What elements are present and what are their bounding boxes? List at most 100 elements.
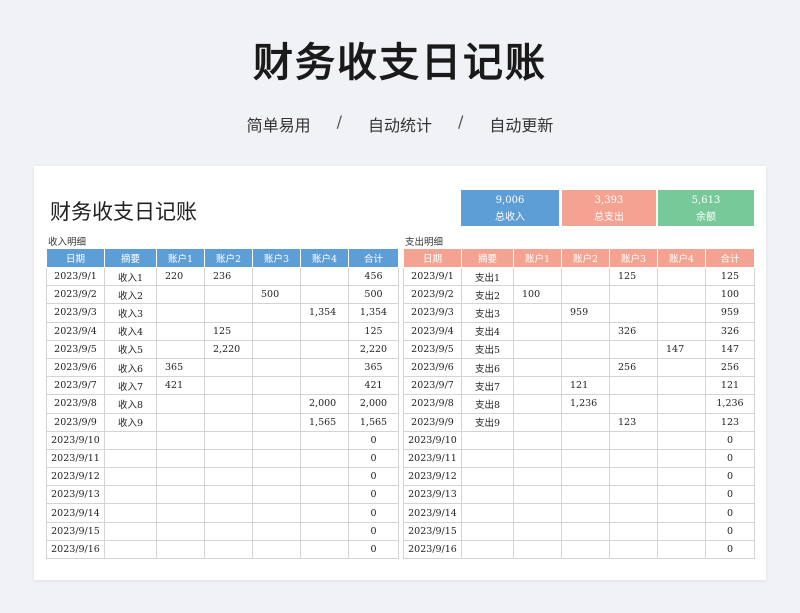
expense-table-cell[interactable] <box>461 485 514 505</box>
income-table-cell[interactable]: 2023/9/7 <box>46 376 105 396</box>
expense-table-cell[interactable]: 2023/9/12 <box>403 467 462 487</box>
income-table-cell[interactable]: 2023/9/11 <box>46 448 105 469</box>
expense-table-cell[interactable] <box>561 448 610 469</box>
income-table-cell[interactable]: 收入9 <box>104 412 157 432</box>
expense-table-cell[interactable] <box>609 394 658 414</box>
expense-table-cell[interactable] <box>657 521 706 541</box>
income-table-cell[interactable] <box>300 430 349 450</box>
income-table-cell[interactable] <box>204 503 253 523</box>
income-table-cell[interactable] <box>104 467 157 487</box>
expense-table-cell[interactable] <box>609 539 658 560</box>
income-table-cell[interactable]: 1,565 <box>348 412 399 432</box>
expense-table-cell[interactable]: 1,236 <box>705 394 755 414</box>
expense-table-cell[interactable] <box>609 485 658 505</box>
expense-table-cell[interactable]: 2023/9/9 <box>403 412 462 432</box>
income-table-cell[interactable]: 1,565 <box>300 412 349 432</box>
expense-table-cell[interactable] <box>513 303 562 323</box>
expense-table-cell[interactable] <box>513 448 562 469</box>
expense-table-cell[interactable]: 125 <box>705 266 755 287</box>
expense-table-cell[interactable] <box>609 467 658 487</box>
income-table-cell[interactable]: 220 <box>156 266 205 287</box>
expense-table-cell[interactable]: 2023/9/6 <box>403 357 462 378</box>
expense-table-cell[interactable]: 支出1 <box>461 266 514 287</box>
income-table-cell[interactable] <box>156 285 205 305</box>
expense-table-cell[interactable] <box>561 357 610 378</box>
income-table-cell[interactable]: 456 <box>348 266 399 287</box>
expense-table-cell[interactable]: 2023/9/5 <box>403 339 462 359</box>
expense-table-cell[interactable] <box>657 412 706 432</box>
income-table-cell[interactable]: 365 <box>348 357 399 378</box>
income-table-cell[interactable] <box>204 467 253 487</box>
expense-table-cell[interactable]: 0 <box>705 448 755 469</box>
expense-table-cell[interactable]: 0 <box>705 503 755 523</box>
income-table-cell[interactable]: 2023/9/12 <box>46 467 105 487</box>
income-table-cell[interactable]: 0 <box>348 448 399 469</box>
expense-table-cell[interactable] <box>513 412 562 432</box>
expense-table-cell[interactable]: 100 <box>513 285 562 305</box>
expense-table-cell[interactable] <box>461 521 514 541</box>
expense-table-cell[interactable] <box>513 394 562 414</box>
income-table-cell[interactable] <box>204 430 253 450</box>
expense-table-cell[interactable] <box>657 394 706 414</box>
income-table-cell[interactable]: 0 <box>348 539 399 560</box>
income-table-cell[interactable]: 0 <box>348 430 399 450</box>
expense-table-cell[interactable]: 2023/9/1 <box>403 266 462 287</box>
expense-table-cell[interactable] <box>657 467 706 487</box>
income-table-cell[interactable] <box>252 539 301 560</box>
income-table-cell[interactable] <box>252 430 301 450</box>
expense-table-cell[interactable]: 125 <box>609 266 658 287</box>
income-table-cell[interactable] <box>300 357 349 378</box>
income-table-cell[interactable] <box>204 448 253 469</box>
income-table-cell[interactable] <box>252 376 301 396</box>
income-table-cell[interactable]: 2023/9/5 <box>46 339 105 359</box>
expense-table-cell[interactable] <box>513 321 562 341</box>
expense-table-cell[interactable] <box>561 285 610 305</box>
income-table-cell[interactable]: 收入7 <box>104 376 157 396</box>
income-table-cell[interactable] <box>156 503 205 523</box>
income-table-cell[interactable] <box>252 412 301 432</box>
expense-table-cell[interactable]: 2023/9/2 <box>403 285 462 305</box>
income-table-cell[interactable]: 0 <box>348 521 399 541</box>
expense-table-cell[interactable] <box>513 539 562 560</box>
expense-table-cell[interactable] <box>657 303 706 323</box>
expense-table-cell[interactable] <box>513 467 562 487</box>
expense-table-cell[interactable]: 0 <box>705 430 755 450</box>
income-table-cell[interactable]: 421 <box>156 376 205 396</box>
income-table-cell[interactable] <box>156 430 205 450</box>
income-table-cell[interactable] <box>252 448 301 469</box>
income-table-cell[interactable] <box>156 448 205 469</box>
income-table-cell[interactable] <box>104 448 157 469</box>
expense-table-cell[interactable] <box>561 266 610 287</box>
expense-table-cell[interactable] <box>561 467 610 487</box>
income-table-cell[interactable] <box>204 539 253 560</box>
expense-table-cell[interactable] <box>513 339 562 359</box>
expense-table-cell[interactable] <box>609 339 658 359</box>
income-table-cell[interactable]: 2023/9/9 <box>46 412 105 432</box>
expense-table-cell[interactable] <box>657 430 706 450</box>
income-table-cell[interactable] <box>156 539 205 560</box>
expense-table-cell[interactable]: 121 <box>561 376 610 396</box>
expense-table-cell[interactable]: 2023/9/13 <box>403 485 462 505</box>
income-table-cell[interactable] <box>252 503 301 523</box>
expense-table-cell[interactable] <box>657 321 706 341</box>
income-table-cell[interactable] <box>104 485 157 505</box>
income-table-cell[interactable]: 125 <box>204 321 253 341</box>
expense-table-cell[interactable] <box>561 430 610 450</box>
income-table-cell[interactable]: 2023/9/2 <box>46 285 105 305</box>
expense-table-cell[interactable] <box>561 503 610 523</box>
expense-table-cell[interactable]: 326 <box>705 321 755 341</box>
expense-table-cell[interactable]: 支出5 <box>461 339 514 359</box>
income-table-cell[interactable]: 0 <box>348 503 399 523</box>
income-table-cell[interactable]: 0 <box>348 485 399 505</box>
income-table-cell[interactable] <box>204 521 253 541</box>
expense-table-cell[interactable]: 2023/9/8 <box>403 394 462 414</box>
income-table-cell[interactable] <box>300 467 349 487</box>
expense-table-cell[interactable]: 支出4 <box>461 321 514 341</box>
income-table-cell[interactable]: 收入6 <box>104 357 157 378</box>
income-table-cell[interactable]: 收入2 <box>104 285 157 305</box>
income-table-cell[interactable]: 2023/9/4 <box>46 321 105 341</box>
income-table-cell[interactable] <box>156 339 205 359</box>
expense-table-cell[interactable]: 0 <box>705 467 755 487</box>
expense-table-cell[interactable] <box>461 448 514 469</box>
expense-table-cell[interactable]: 959 <box>705 303 755 323</box>
